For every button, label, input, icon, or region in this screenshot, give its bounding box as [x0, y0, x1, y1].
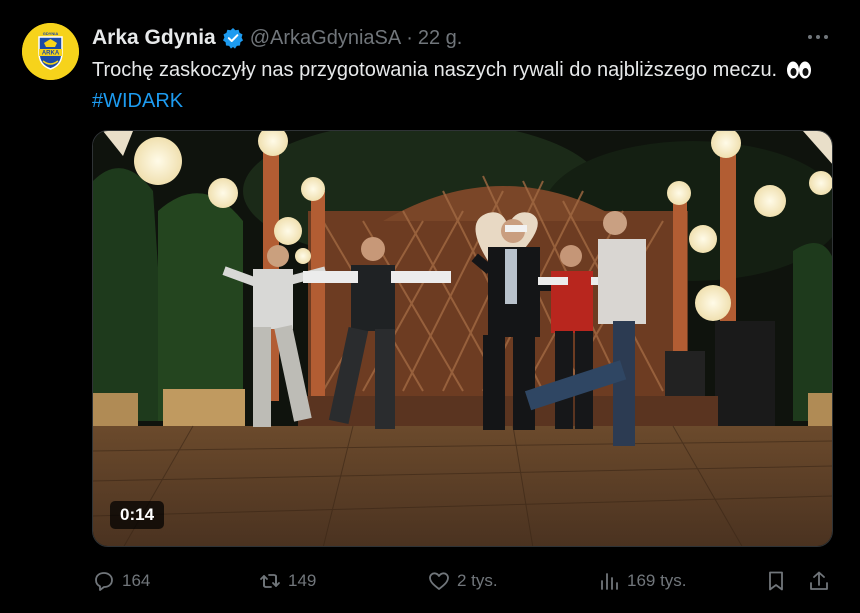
svg-text:ARKA: ARKA [42, 51, 60, 57]
like-count: 2 tys. [457, 571, 498, 590]
views-button[interactable]: 169 tys. [597, 566, 687, 596]
views-count: 169 tys. [627, 571, 687, 590]
hashtag-link[interactable]: #WIDARK [92, 90, 183, 112]
video-frame [93, 131, 832, 546]
heart-icon [429, 572, 449, 590]
retweet-icon [260, 574, 280, 588]
reply-icon [95, 572, 113, 591]
share-icon [810, 571, 828, 590]
more-icon[interactable] [806, 30, 830, 44]
tweet-body: Trochę zaskoczyły nas przygotowania nasz… [92, 59, 778, 81]
tweet[interactable]: ARKA GDYNIA Arka Gdynia @ArkaGdyniaSA · … [0, 0, 860, 613]
verified-badge-icon[interactable] [222, 27, 244, 49]
separator-dot: · [406, 26, 413, 49]
views-chart-icon [601, 573, 618, 590]
eyes-emoji-icon [786, 59, 812, 87]
like-button[interactable]: 2 tys. [427, 566, 498, 596]
tweet-header: Arka Gdynia @ArkaGdyniaSA · 22 g. [92, 24, 462, 52]
retweet-button[interactable]: 149 [258, 566, 316, 596]
reply-count: 164 [122, 571, 151, 590]
author-handle[interactable]: @ArkaGdyniaSA [250, 27, 401, 50]
reply-button[interactable]: 164 [92, 566, 150, 596]
svg-text:GDYNIA: GDYNIA [43, 31, 59, 36]
tweet-text: Trochę zaskoczyły nas przygotowania nasz… [92, 56, 822, 115]
video-player[interactable] [92, 130, 833, 547]
video-duration-badge: 0:14 [110, 501, 165, 529]
bookmark-button[interactable] [764, 566, 788, 596]
author-name[interactable]: Arka Gdynia [92, 26, 216, 50]
timestamp[interactable]: 22 g. [418, 27, 462, 50]
bookmark-icon [769, 571, 783, 591]
avatar[interactable]: ARKA GDYNIA [22, 23, 79, 80]
tweet-actions: 164 149 2 tys. 169 tys. [0, 566, 860, 596]
arka-logo-icon: ARKA GDYNIA [22, 23, 79, 80]
share-button[interactable] [807, 566, 831, 596]
retweet-count: 149 [288, 571, 317, 590]
